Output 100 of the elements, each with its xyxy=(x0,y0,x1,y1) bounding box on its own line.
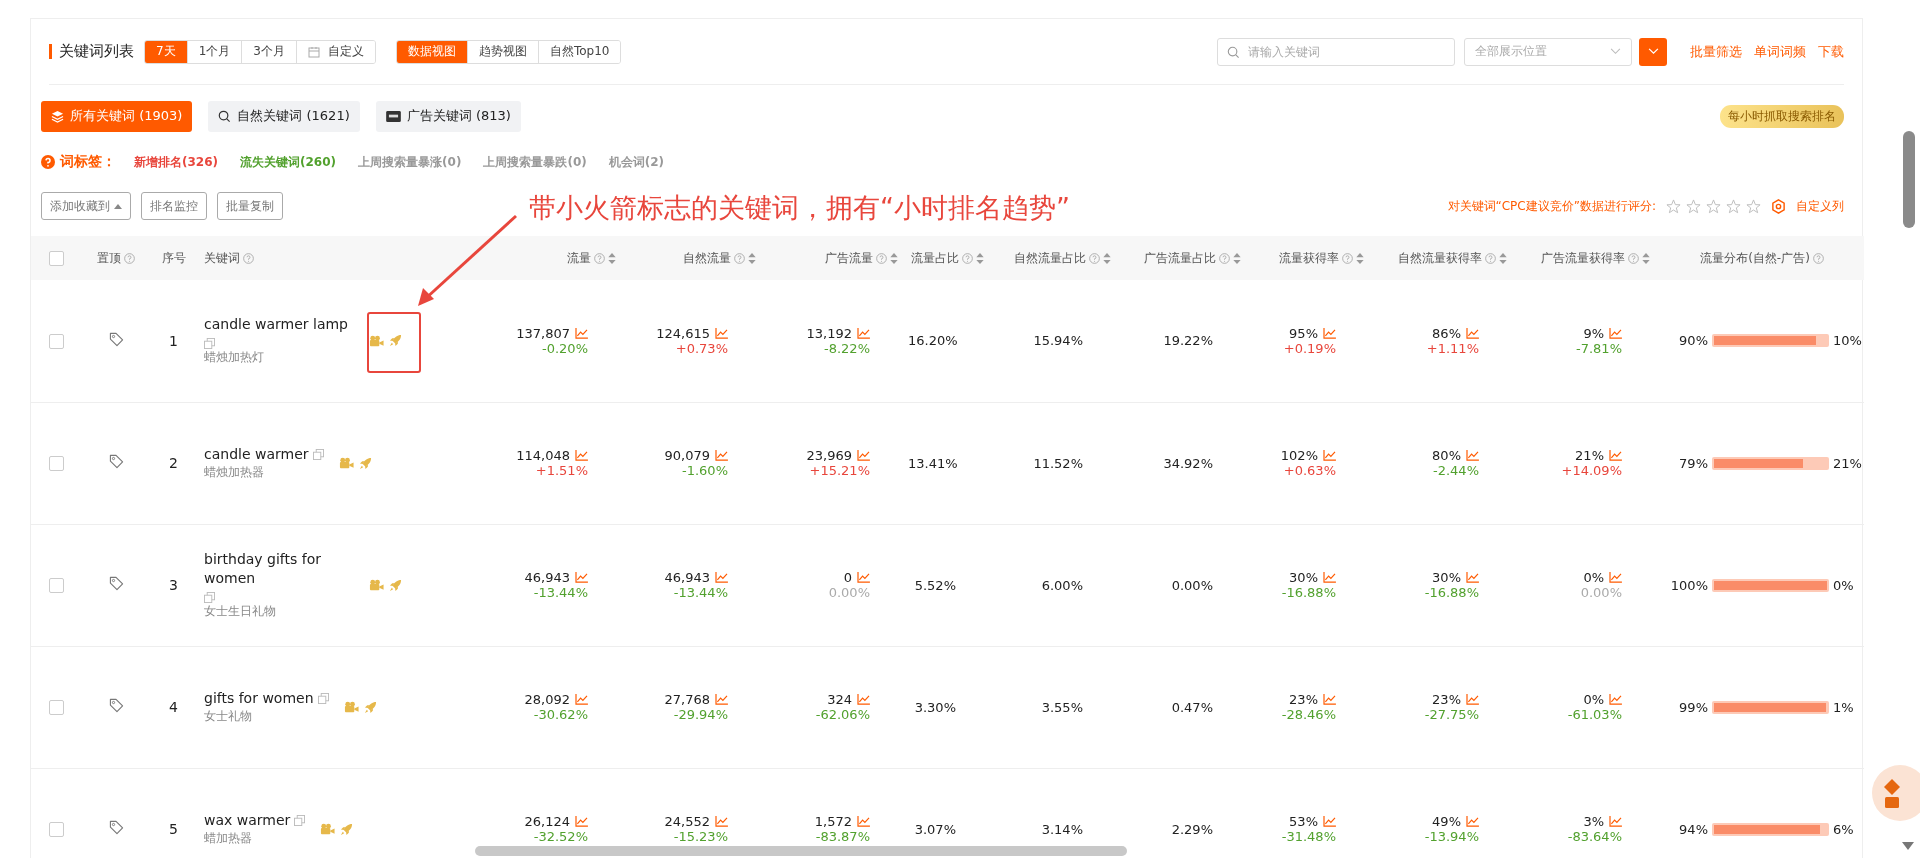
select-all-checkbox[interactable] xyxy=(48,250,64,266)
action-button[interactable]: 添加收藏到 xyxy=(41,192,131,220)
keyword-filter-chip[interactable]: 所有关键词 (1903) xyxy=(41,100,193,132)
trend-chart-icon[interactable] xyxy=(1466,327,1479,339)
keyword-tag[interactable]: 机会词(2) xyxy=(608,153,665,171)
rocket-icon[interactable] xyxy=(389,578,402,592)
trend-chart-icon[interactable] xyxy=(1609,694,1622,705)
copy-icon[interactable] xyxy=(312,449,324,460)
trend-chart-icon[interactable] xyxy=(1609,572,1622,583)
sort-icon[interactable] xyxy=(1233,252,1241,264)
trend-chart-icon[interactable] xyxy=(1323,816,1336,827)
sort-icon[interactable] xyxy=(1103,252,1111,264)
trend-chart-icon[interactable] xyxy=(857,694,870,705)
video-camera-icon[interactable] xyxy=(369,579,384,591)
trend-chart-icon[interactable] xyxy=(715,816,728,827)
keyword-tag[interactable]: 上周搜索量暴涨(0) xyxy=(358,153,462,171)
trend-chart-icon[interactable] xyxy=(1609,327,1622,339)
trend-chart-icon[interactable] xyxy=(715,327,728,339)
rocket-icon[interactable] xyxy=(389,334,402,348)
keyword-filter-chip[interactable]: 广告关键词 (813) xyxy=(375,100,521,132)
settings-icon[interactable] xyxy=(1771,198,1786,214)
tag-icon[interactable] xyxy=(108,331,124,347)
help-icon[interactable] xyxy=(1089,252,1100,264)
sort-icon[interactable] xyxy=(976,252,984,264)
trend-chart-icon[interactable] xyxy=(715,450,728,461)
star-icon[interactable] xyxy=(1746,198,1761,214)
row-checkbox[interactable] xyxy=(48,700,64,715)
sort-icon[interactable] xyxy=(890,252,898,264)
keyword-tag[interactable]: 上周搜索量暴跌(0) xyxy=(483,153,587,171)
toolbar-link[interactable]: 批量筛选 xyxy=(1690,42,1742,61)
help-icon[interactable] xyxy=(1219,252,1230,264)
trend-chart-icon[interactable] xyxy=(857,450,870,461)
sort-icon[interactable] xyxy=(608,252,616,264)
search-field[interactable]: 请输入关键词 xyxy=(1217,37,1455,66)
tag-icon[interactable] xyxy=(108,820,124,835)
tag-icon[interactable] xyxy=(108,576,124,591)
trend-chart-icon[interactable] xyxy=(1466,450,1479,461)
trend-chart-icon[interactable] xyxy=(1466,572,1479,583)
trend-chart-icon[interactable] xyxy=(1323,694,1336,705)
star-icon[interactable] xyxy=(1726,198,1741,214)
star-icon[interactable] xyxy=(1706,198,1721,214)
toolbar-link[interactable]: 单词词频 xyxy=(1754,42,1806,61)
row-checkbox[interactable] xyxy=(48,333,64,349)
customize-columns-link[interactable]: 自定义列 xyxy=(1796,197,1844,215)
sort-icon[interactable] xyxy=(1642,252,1650,264)
sort-icon[interactable] xyxy=(748,252,756,264)
video-camera-icon[interactable] xyxy=(369,334,384,347)
keyword-tag[interactable]: 流失关键词(260) xyxy=(240,153,337,171)
help-icon[interactable] xyxy=(1812,252,1824,264)
trend-chart-icon[interactable] xyxy=(575,327,588,339)
trend-chart-icon[interactable] xyxy=(1609,816,1622,827)
keyword-filter-chip[interactable]: 自然关键词 (1621) xyxy=(208,100,360,132)
action-button[interactable]: 排名监控 xyxy=(141,192,207,220)
copy-icon[interactable] xyxy=(204,592,215,603)
copy-icon[interactable] xyxy=(204,338,215,350)
trend-chart-icon[interactable] xyxy=(575,450,588,461)
keyword-tag[interactable]: 新增排名(326) xyxy=(134,153,219,171)
expand-button[interactable] xyxy=(1639,37,1667,66)
vertical-scrollbar[interactable] xyxy=(1903,131,1915,228)
help-icon[interactable] xyxy=(594,252,605,264)
row-checkbox[interactable] xyxy=(48,822,64,837)
video-camera-icon[interactable] xyxy=(320,823,336,835)
help-icon[interactable] xyxy=(962,252,973,264)
floating-assistant-button[interactable] xyxy=(1872,765,1920,821)
tag-icon[interactable] xyxy=(108,698,124,713)
help-icon[interactable] xyxy=(124,252,135,264)
help-icon[interactable] xyxy=(734,252,745,264)
trend-chart-icon[interactable] xyxy=(857,572,870,583)
trend-chart-icon[interactable] xyxy=(715,694,728,705)
scroll-down-icon[interactable] xyxy=(1902,842,1914,850)
copy-icon[interactable] xyxy=(294,815,306,826)
trend-chart-icon[interactable] xyxy=(1466,694,1479,705)
trend-chart-icon[interactable] xyxy=(1323,450,1336,461)
help-icon[interactable] xyxy=(1628,252,1639,264)
video-camera-icon[interactable] xyxy=(338,457,354,469)
trend-chart-icon[interactable] xyxy=(1609,450,1622,461)
trend-chart-icon[interactable] xyxy=(1466,816,1479,827)
rocket-icon[interactable] xyxy=(358,456,372,470)
star-icon[interactable] xyxy=(1666,198,1681,214)
position-select[interactable]: 全部展示位置 xyxy=(1464,37,1632,66)
help-icon[interactable] xyxy=(1342,252,1353,264)
view-tab[interactable]: 数据视图 xyxy=(396,40,468,63)
trend-chart-icon[interactable] xyxy=(575,572,588,583)
period-tab[interactable]: 7天 xyxy=(145,40,188,63)
trend-chart-icon[interactable] xyxy=(575,816,588,827)
trend-chart-icon[interactable] xyxy=(1323,327,1336,339)
help-icon[interactable] xyxy=(1485,252,1496,264)
toolbar-link[interactable]: 下载 xyxy=(1818,42,1844,61)
rocket-icon[interactable] xyxy=(363,700,377,714)
rocket-icon[interactable] xyxy=(340,822,354,836)
row-checkbox[interactable] xyxy=(48,578,64,593)
sort-icon[interactable] xyxy=(1499,252,1507,264)
trend-chart-icon[interactable] xyxy=(857,816,870,827)
video-camera-icon[interactable] xyxy=(343,701,359,713)
help-icon[interactable] xyxy=(243,252,254,264)
tag-icon[interactable] xyxy=(108,454,124,469)
trend-chart-icon[interactable] xyxy=(1323,572,1336,583)
trend-chart-icon[interactable] xyxy=(575,694,588,705)
trend-chart-icon[interactable] xyxy=(857,327,870,339)
row-checkbox[interactable] xyxy=(48,456,64,471)
